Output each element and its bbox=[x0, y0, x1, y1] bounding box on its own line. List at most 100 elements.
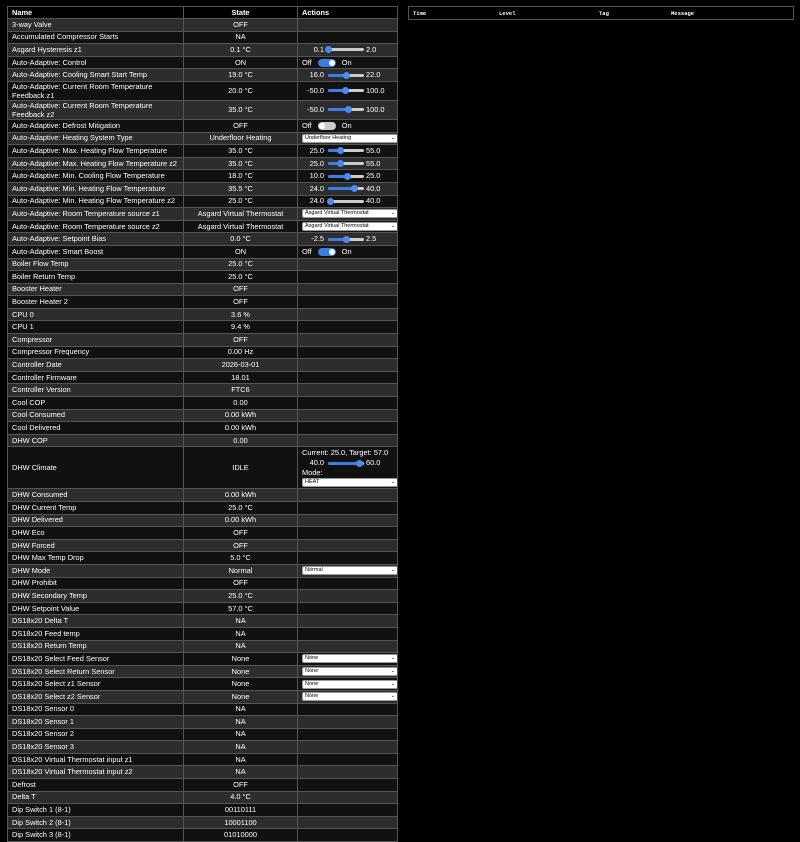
select-dropdown[interactable]: Normal ⌄ bbox=[302, 566, 397, 576]
table-row: DS18x20 Sensor 1 NA bbox=[7, 715, 398, 729]
range-slider[interactable] bbox=[328, 459, 364, 467]
table-row: Auto-Adaptive: Cooling Smart Start Temp 1… bbox=[7, 68, 398, 82]
table-row: Boiler Flow Temp 25.0 °C bbox=[7, 257, 398, 272]
entity-state: 25.0 °C bbox=[183, 270, 298, 284]
entity-name: DS18x20 Feed temp bbox=[7, 626, 184, 641]
select-dropdown[interactable]: None ⌄ bbox=[302, 679, 397, 689]
entity-actions bbox=[297, 765, 398, 780]
slider-thumb[interactable] bbox=[336, 147, 344, 155]
slider-max-label: 2.5 bbox=[366, 234, 377, 244]
entity-actions bbox=[297, 526, 398, 540]
entity-name: DS18x20 Delta T bbox=[7, 614, 184, 628]
entity-name: DHW Mode bbox=[7, 563, 184, 578]
entity-name: Auto-Adaptive: Room Temperature source z… bbox=[7, 207, 184, 221]
entity-name: DS18x20 Sensor 3 bbox=[7, 740, 184, 754]
range-slider[interactable] bbox=[328, 235, 364, 243]
entity-name: Boiler Return Temp bbox=[7, 270, 184, 284]
entity-actions bbox=[297, 30, 398, 45]
entity-state: OFF bbox=[183, 778, 298, 792]
entity-state: 0.0 °C bbox=[183, 232, 298, 246]
entity-state: NA bbox=[183, 715, 298, 729]
table-row: Auto-Adaptive: Current Room Temperature … bbox=[7, 99, 398, 120]
table-row: DHW Climate IDLE Current: 25.0, Target: 57… bbox=[7, 446, 398, 490]
select-value: Normal bbox=[305, 567, 323, 574]
table-row: Cool Consumed 0.00 kWh bbox=[7, 408, 398, 423]
entity-state: 25.0 °C bbox=[183, 194, 298, 209]
select-dropdown[interactable]: Asgard Virtual Thermostat ⌄ bbox=[302, 222, 397, 232]
range-slider[interactable] bbox=[328, 185, 364, 193]
table-row: Auto-Adaptive: Current Room Temperature … bbox=[7, 80, 398, 101]
entity-actions: Off On bbox=[297, 118, 398, 133]
slider-control: 16.0 22.0 bbox=[302, 70, 393, 80]
slider-thumb[interactable] bbox=[355, 459, 363, 467]
entity-actions bbox=[297, 702, 398, 717]
entity-actions: 25.0 55.0 bbox=[297, 144, 398, 158]
entity-actions bbox=[297, 295, 398, 309]
slider-thumb[interactable] bbox=[327, 197, 335, 205]
slider-thumb[interactable] bbox=[345, 106, 353, 114]
mode-select[interactable]: HEAT ⌄ bbox=[302, 478, 397, 488]
select-dropdown[interactable]: None ⌄ bbox=[302, 654, 397, 664]
slider-thumb[interactable] bbox=[336, 160, 344, 168]
toggle-switch[interactable] bbox=[317, 121, 336, 130]
entity-actions bbox=[297, 639, 398, 654]
slider-min-label: -50.0 bbox=[307, 104, 324, 114]
range-slider[interactable] bbox=[328, 71, 364, 79]
entity-actions bbox=[297, 270, 398, 284]
table-row: DS18x20 Select Return Sensor None None ⌄ bbox=[7, 664, 398, 679]
range-slider[interactable] bbox=[328, 172, 364, 180]
toggle-off-label: Off bbox=[302, 57, 312, 67]
entity-name: Auto-Adaptive: Max. Heating Flow Tempera… bbox=[7, 144, 184, 158]
chevron-down-icon: ⌄ bbox=[390, 479, 395, 486]
select-dropdown[interactable]: None ⌄ bbox=[302, 692, 397, 702]
slider-thumb[interactable] bbox=[350, 185, 358, 193]
select-dropdown[interactable]: None ⌄ bbox=[302, 667, 397, 677]
entity-state: Underfloor Heating bbox=[183, 131, 298, 146]
entity-actions bbox=[297, 408, 398, 423]
table-row: Auto-Adaptive: Control ON Off On bbox=[7, 55, 398, 70]
slider-control: 10.0 25.0 bbox=[302, 171, 393, 181]
toggle-off-label: Off bbox=[302, 246, 312, 256]
chevron-down-icon: ⌄ bbox=[390, 668, 395, 675]
chevron-down-icon: ⌄ bbox=[390, 655, 395, 662]
toggle-control: Off On bbox=[302, 247, 393, 257]
entity-state: 57.0 °C bbox=[183, 601, 298, 616]
slider-thumb[interactable] bbox=[343, 71, 350, 79]
range-slider[interactable] bbox=[327, 197, 364, 205]
range-slider[interactable] bbox=[328, 160, 364, 168]
entity-actions: 0.1 2.0 bbox=[297, 43, 398, 57]
range-slider[interactable] bbox=[328, 87, 364, 95]
entity-actions bbox=[297, 488, 398, 502]
select-dropdown[interactable]: Underfloor Heating ⌄ bbox=[302, 133, 397, 143]
range-slider[interactable] bbox=[328, 147, 364, 155]
toggle-control: Off On bbox=[302, 121, 393, 131]
table-row: Asgard Hysteresis z1 0.1 °C 0.1 2.0 bbox=[7, 43, 398, 57]
entity-name: Auto-Adaptive: Cooling Smart Start Temp bbox=[7, 68, 184, 82]
entity-actions bbox=[297, 421, 398, 435]
select-value: None bbox=[305, 680, 319, 687]
entity-state: 19.0 °C bbox=[183, 68, 298, 82]
entity-actions bbox=[297, 828, 398, 842]
slider-max-label: 100.0 bbox=[366, 85, 385, 95]
entity-actions bbox=[297, 513, 398, 528]
toggle-switch[interactable] bbox=[317, 247, 336, 256]
toggle-off-label: Off bbox=[302, 120, 312, 130]
slider-thumb[interactable] bbox=[325, 46, 332, 54]
range-slider[interactable] bbox=[325, 46, 364, 54]
slider-thumb[interactable] bbox=[341, 87, 349, 95]
entity-state: NA bbox=[183, 614, 298, 628]
slider-min-label: -50.0 bbox=[307, 85, 324, 95]
select-dropdown[interactable]: Asgard Virtual Thermostat ⌄ bbox=[302, 209, 397, 219]
range-slider[interactable] bbox=[328, 106, 364, 114]
entity-actions: -50.0 100.0 bbox=[297, 80, 398, 101]
entity-name: Auto-Adaptive: Room Temperature source z… bbox=[7, 219, 184, 234]
slider-thumb[interactable] bbox=[343, 235, 350, 243]
select-value: HEAT bbox=[305, 479, 320, 486]
entity-name: DHW COP bbox=[7, 433, 184, 448]
entity-name: Auto-Adaptive: Max. Heating Flow Tempera… bbox=[7, 156, 184, 171]
entity-state: 25.0 °C bbox=[183, 501, 298, 515]
entity-name: Defrost bbox=[7, 778, 184, 792]
toggle-switch[interactable] bbox=[317, 58, 336, 67]
table-row: DS18x20 Delta T NA bbox=[7, 614, 398, 628]
slider-thumb[interactable] bbox=[344, 172, 352, 180]
